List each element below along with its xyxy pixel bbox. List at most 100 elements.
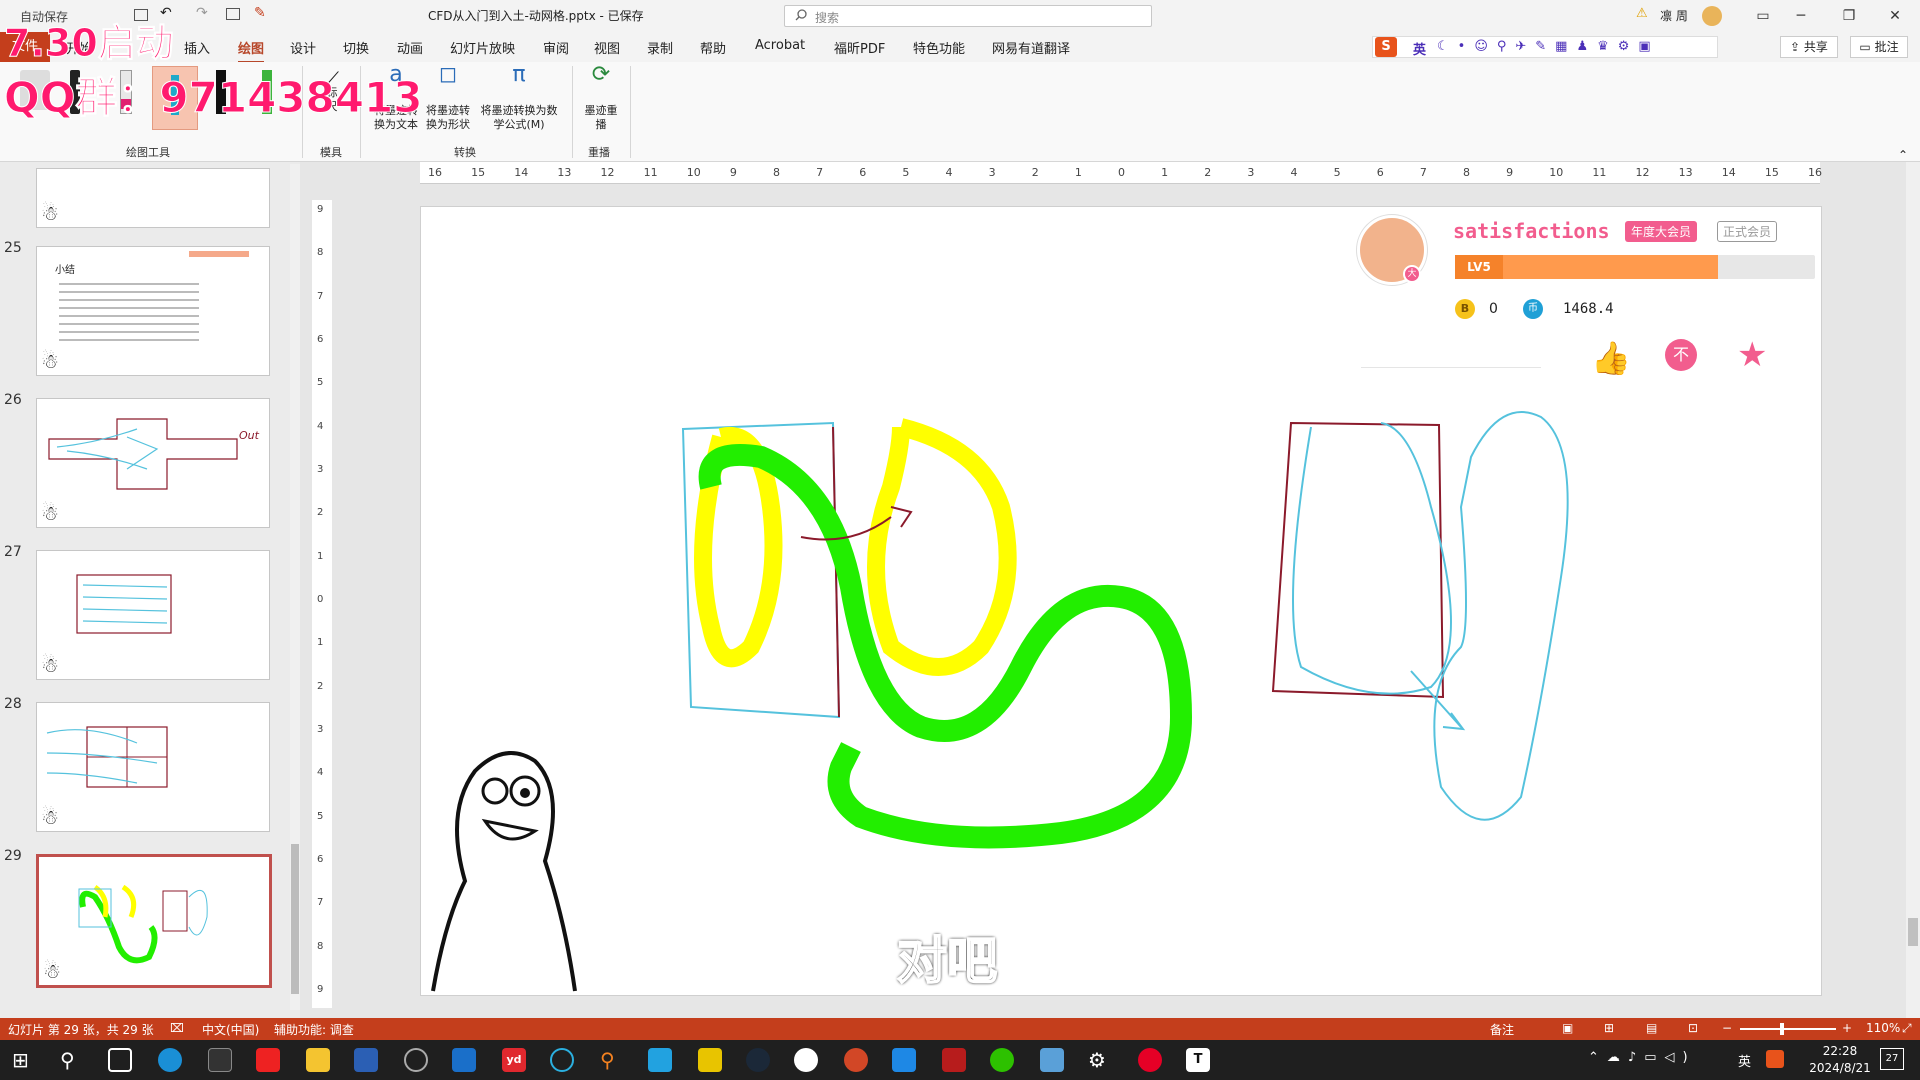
tab-foxit-pdf[interactable]: 福昕PDF	[834, 38, 885, 57]
ime-tool-icons[interactable]: ☾•☺⚲✈✎▦♟♛⚙▣	[1437, 39, 1660, 54]
slideshow-icon[interactable]: ⊡	[1688, 1021, 1698, 1035]
steam-icon[interactable]	[746, 1048, 770, 1072]
thumbnail-slide-29[interactable]: ☃	[36, 854, 272, 988]
netease-music-icon[interactable]	[1138, 1048, 1162, 1072]
settings-icon[interactable]: ⚙	[1088, 1048, 1112, 1072]
app-gear-icon[interactable]	[404, 1048, 428, 1072]
tab-view[interactable]: 视图	[594, 38, 620, 57]
tab-acrobat[interactable]: Acrobat	[755, 38, 805, 53]
tab-review[interactable]: 审阅	[543, 38, 569, 57]
windows-start-icon[interactable]: ⊞	[12, 1048, 36, 1072]
share-button[interactable]: ⇪ 共享	[1780, 36, 1838, 58]
terminal-icon[interactable]	[208, 1048, 232, 1072]
ime-indicator[interactable]: 英	[1738, 1051, 1751, 1070]
file-explorer-icon[interactable]	[306, 1048, 330, 1072]
slide-info[interactable]: 幻灯片 第 29 张，共 29 张	[8, 1021, 154, 1038]
ink-drawing[interactable]	[421, 207, 1821, 995]
status-bar: 幻灯片 第 29 张，共 29 张 ⌧ 中文(中国) 辅助功能: 调查 备注 ▣…	[0, 1018, 1920, 1040]
avatar[interactable]	[1702, 6, 1722, 26]
zoom-slider[interactable]	[1740, 1023, 1836, 1035]
tab-draw[interactable]: 绘图	[238, 38, 265, 63]
app-tile-icon[interactable]	[892, 1048, 916, 1072]
app-circle-icon[interactable]	[550, 1048, 574, 1072]
qq-icon[interactable]	[794, 1048, 818, 1072]
thumbnail-slide-25[interactable]: 小结 ☃	[36, 246, 270, 376]
tab-help[interactable]: 帮助	[700, 38, 726, 57]
ink-to-shape-button[interactable]: ◻ 将墨迹转换为形状	[422, 64, 474, 132]
tab-animations[interactable]: 动画	[397, 38, 423, 57]
thumbnail-slide-28[interactable]: ☃	[36, 702, 270, 832]
typora-icon[interactable]: T	[1186, 1048, 1210, 1072]
tab-youdao[interactable]: 网易有道翻译	[992, 38, 1070, 57]
thumbnail-slide-27[interactable]: ☃	[36, 550, 270, 680]
thumbnail-scrollbar[interactable]	[290, 164, 300, 1010]
zoom-slider-handle[interactable]	[1780, 1023, 1784, 1035]
coin-throw-icon[interactable]: 不	[1665, 339, 1697, 371]
reading-view-icon[interactable]: ▤	[1646, 1021, 1657, 1035]
thumbnail-slide-24[interactable]: ☃	[36, 168, 270, 228]
powerpoint-icon[interactable]	[844, 1048, 868, 1072]
like-icon[interactable]: 👍	[1591, 339, 1631, 377]
notes-button[interactable]: 备注	[1490, 1021, 1514, 1038]
task-view-icon[interactable]	[108, 1048, 132, 1072]
vscode-icon[interactable]	[648, 1048, 672, 1072]
scrollbar-thumb[interactable]	[291, 844, 299, 994]
close-icon[interactable]: ✕	[1876, 0, 1914, 32]
minimize-icon[interactable]: ─	[1782, 0, 1820, 32]
sogou-tray-icon[interactable]	[1766, 1050, 1784, 1068]
language-indicator[interactable]: 中文(中国)	[202, 1021, 259, 1038]
ime-toolbar[interactable]: S 英 ☾•☺⚲✈✎▦♟♛⚙▣	[1372, 36, 1718, 58]
zoom-in-icon[interactable]: +	[1842, 1021, 1852, 1035]
replay-icon: ⟳	[591, 62, 611, 87]
profile-username[interactable]: satisfactions	[1453, 219, 1610, 243]
thumbnail-slide-26[interactable]: Out ☃	[36, 398, 270, 528]
ime-language[interactable]: 英	[1413, 39, 1426, 58]
normal-view-icon[interactable]: ▣	[1562, 1021, 1573, 1035]
redo-icon[interactable]: ↷	[196, 5, 208, 21]
search-icon[interactable]: ⚲	[60, 1048, 84, 1072]
slide-canvas[interactable]: 对吧 大 satisfactions 年度大会员 正式会员 LV5 B 0 币 …	[420, 206, 1822, 996]
slide-scrollbar[interactable]	[1906, 162, 1920, 1018]
tab-slideshow[interactable]: 幻灯片放映	[450, 38, 515, 57]
favorite-star-icon[interactable]: ★	[1737, 335, 1767, 375]
app-blue-icon[interactable]	[452, 1048, 476, 1072]
pen-icon[interactable]: ✎	[254, 5, 266, 21]
wechat-icon[interactable]	[990, 1048, 1014, 1072]
present-icon[interactable]	[226, 8, 240, 20]
tab-record[interactable]: 录制	[647, 38, 673, 57]
ink-replay-button[interactable]: ⟳ 墨迹重播	[584, 62, 618, 132]
coin-icon: B	[1455, 299, 1475, 319]
tab-design[interactable]: 设计	[290, 38, 316, 57]
search-app-icon[interactable]: ⚲	[600, 1048, 624, 1072]
comment-button[interactable]: ▭ 批注	[1850, 36, 1908, 58]
edge-icon[interactable]	[158, 1048, 182, 1072]
tab-transitions[interactable]: 切换	[343, 38, 369, 57]
restore-icon[interactable]: ❐	[1830, 0, 1868, 32]
tab-features[interactable]: 特色功能	[913, 38, 965, 57]
tab-insert[interactable]: 插入	[184, 38, 210, 57]
search-box[interactable]: 搜索	[784, 5, 1152, 27]
scrollbar-thumb[interactable]	[1908, 918, 1918, 946]
clock-time[interactable]: 22:28	[1800, 1044, 1880, 1058]
fit-to-window-icon[interactable]: ⤢	[1902, 1021, 1912, 1036]
youdao-icon[interactable]: yd	[502, 1048, 526, 1072]
collapse-ribbon-icon[interactable]: ⌃	[1898, 148, 1908, 162]
ink-to-math-button[interactable]: π 将墨迹转换为数学公式(M)	[476, 64, 562, 132]
ribbon-display-icon[interactable]: ▭	[1744, 0, 1782, 32]
system-tray-icons[interactable]: ⌃☁♪▭◁)	[1588, 1050, 1696, 1065]
filezilla-icon[interactable]	[942, 1048, 966, 1072]
app-red-icon[interactable]	[256, 1048, 280, 1072]
zoom-level[interactable]: 110%	[1866, 1021, 1900, 1035]
slide-sorter-icon[interactable]: ⊞	[1604, 1021, 1614, 1035]
clock-date[interactable]: 2024/8/21	[1800, 1061, 1880, 1075]
powershell-icon[interactable]	[354, 1048, 378, 1072]
notification-center-icon[interactable]: 27	[1880, 1048, 1904, 1070]
app-photo-icon[interactable]	[1040, 1048, 1064, 1072]
warning-icon[interactable]: ⚠	[1636, 6, 1650, 21]
accessibility-status[interactable]: 辅助功能: 调查	[274, 1021, 354, 1038]
zoom-out-icon[interactable]: −	[1722, 1021, 1732, 1035]
app-yellow-icon[interactable]	[698, 1048, 722, 1072]
user-name[interactable]: 凛 周	[1660, 7, 1688, 24]
document-title[interactable]: CFD从入门到入土-动网格.pptx - 已保存	[428, 7, 644, 24]
spellcheck-icon[interactable]: ⌧	[170, 1021, 184, 1035]
